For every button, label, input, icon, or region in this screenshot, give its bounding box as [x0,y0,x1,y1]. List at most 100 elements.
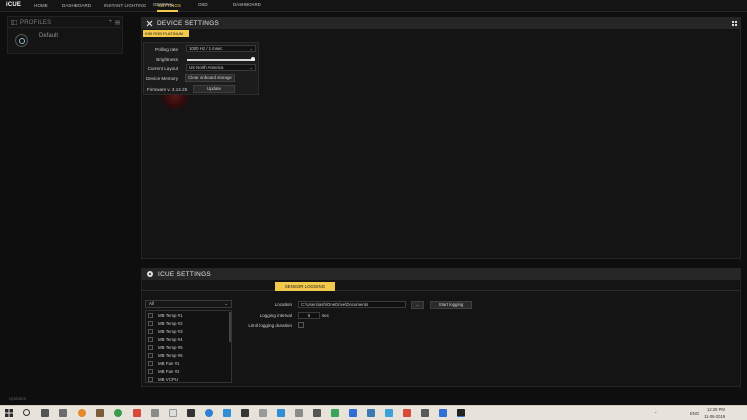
app-icon[interactable] [331,409,339,417]
sensor-checkbox[interactable] [148,337,153,342]
device-memory-label: Device Memory [146,76,178,81]
list-item[interactable]: MB VCPU [148,376,228,383]
profiles-title: PROFILES [20,20,52,26]
search-icon[interactable] [23,409,30,416]
twitter-icon[interactable] [385,409,393,417]
calendar-icon[interactable] [59,409,67,417]
sensor-list-scrollbar[interactable] [229,312,231,342]
firmware-label: Firmware v. 3.14.25 [147,87,188,92]
device-settings-title: DEVICE SETTINGS [157,20,220,27]
app-icon[interactable] [151,409,159,417]
clear-onboard-storage-button[interactable]: Clear onboard storage [185,74,235,82]
limit-duration-label: Limit logging duration [248,323,292,328]
sensor-checkbox[interactable] [148,377,153,382]
update-firmware-button[interactable]: Update [193,85,235,93]
polling-rate-select[interactable]: 1000 Hz / 1 msec ⌄ [186,45,256,52]
list-item[interactable]: MB Temp #6 [148,352,228,359]
sensor-checkbox[interactable] [148,329,153,334]
sensor-checkbox[interactable] [148,361,153,366]
edge-icon[interactable] [205,409,213,417]
brightness-slider-handle[interactable] [251,57,255,61]
browse-button[interactable]: ... [411,301,424,309]
sensor-checkbox[interactable] [148,321,153,326]
device-tag[interactable]: K95 RGB PLATINUM [143,30,189,37]
app-icon[interactable] [349,409,357,417]
windows-start-icon[interactable] [5,409,13,417]
sensor-label: MB Temp #5 [158,345,183,350]
location-input[interactable]: C:\Users\ash\OneDrive\Documents [298,301,406,308]
tab-sensor-logging[interactable]: SENSOR LOGGING [275,282,335,291]
clock-date[interactable]: 11-06-2019 [704,414,725,419]
list-item[interactable]: MB Temp #2 [148,320,228,327]
sensor-checkbox[interactable] [148,369,153,374]
menu-icon[interactable] [115,20,120,25]
active-nav-indicator [157,10,178,12]
input-language[interactable]: ENG [690,411,699,416]
app-icon[interactable] [439,409,447,417]
app-icon[interactable] [78,409,86,417]
app-icon[interactable] [96,409,104,417]
sensor-checkbox[interactable] [148,345,153,350]
list-item[interactable]: MB Temp #1 [148,312,228,319]
sensor-checkbox[interactable] [148,313,153,318]
app-icon[interactable] [295,409,303,417]
layout-select[interactable]: US North America ⌄ [186,64,256,71]
list-item[interactable]: MB Fan #2 [148,368,228,375]
device-image [162,95,188,109]
sensor-label: MB Temp #2 [158,321,183,326]
tab-osd[interactable]: OSD [198,0,208,9]
updates-link[interactable]: Updates [9,396,26,401]
store-icon[interactable] [241,409,249,417]
icue-taskbar-icon[interactable] [457,409,465,417]
list-item[interactable]: MB Temp #5 [148,344,228,351]
wrench-icon [146,20,153,27]
app-logo: iCUE [6,2,22,8]
sensor-label: MB Temp #4 [158,337,183,342]
chevron-down-icon: ⌄ [249,46,253,51]
profiles-panel: PROFILES + Default [7,16,123,54]
list-item[interactable]: MB Temp #4 [148,336,228,343]
app-icon[interactable] [259,409,267,417]
sensor-label: MB Fan #2 [158,369,180,374]
settings-icon[interactable] [313,409,321,417]
sensor-label: MB Temp #3 [158,329,183,334]
profile-name: Default [39,33,59,39]
app-icon[interactable] [169,409,177,417]
app-icon[interactable] [223,409,231,417]
nav-home[interactable]: HOME [34,3,48,8]
app-icon[interactable] [403,409,411,417]
nav-instant-lighting[interactable]: INSTANT LIGHTING [104,3,146,8]
grid-icon[interactable] [732,21,737,26]
polling-rate-value: 1000 Hz / 1 msec [189,46,223,51]
limit-duration-checkbox[interactable] [298,322,304,328]
sensor-filter-value: All [149,301,154,306]
profile-item-default[interactable]: Default [8,29,122,53]
taskbar: ⌃ ENG 12:28 PM 11-06-2019 [0,405,747,420]
app-icon[interactable] [187,409,195,417]
icue-settings-title: ICUE SETTINGS [158,271,211,278]
app-icon[interactable] [421,409,429,417]
logging-interval-input[interactable]: 5 [298,312,320,319]
tab-general[interactable]: GENERAL [153,0,174,9]
brightness-slider[interactable] [187,59,255,61]
chevron-down-icon: ⌄ [249,65,253,70]
add-profile-icon[interactable]: + [108,19,112,25]
calculator-icon[interactable] [41,409,49,417]
list-item[interactable]: MB Temp #3 [148,328,228,335]
start-logging-button[interactable]: Start logging [430,301,472,309]
icue-settings-header: ICUE SETTINGS [142,269,740,280]
nav-dashboard[interactable]: DASHBOARD [62,3,91,8]
clock-time[interactable]: 12:28 PM [707,407,725,412]
chrome-icon[interactable] [114,409,122,417]
app-icon[interactable] [367,409,375,417]
sensor-filter-select[interactable]: All ⌄ [145,300,232,308]
sensor-checkbox[interactable] [148,353,153,358]
tab-dashboard[interactable]: DASHBOARD [233,0,261,9]
list-item[interactable]: MB Fan #1 [148,360,228,367]
top-nav: iCUE HOME DASHBOARD INSTANT LIGHTING SET… [0,0,747,12]
app-icon[interactable] [133,409,141,417]
profile-icon [15,34,28,47]
tray-chevron-icon[interactable]: ⌃ [654,411,658,416]
app-icon[interactable] [277,409,285,417]
collapse-icon[interactable] [11,20,17,25]
